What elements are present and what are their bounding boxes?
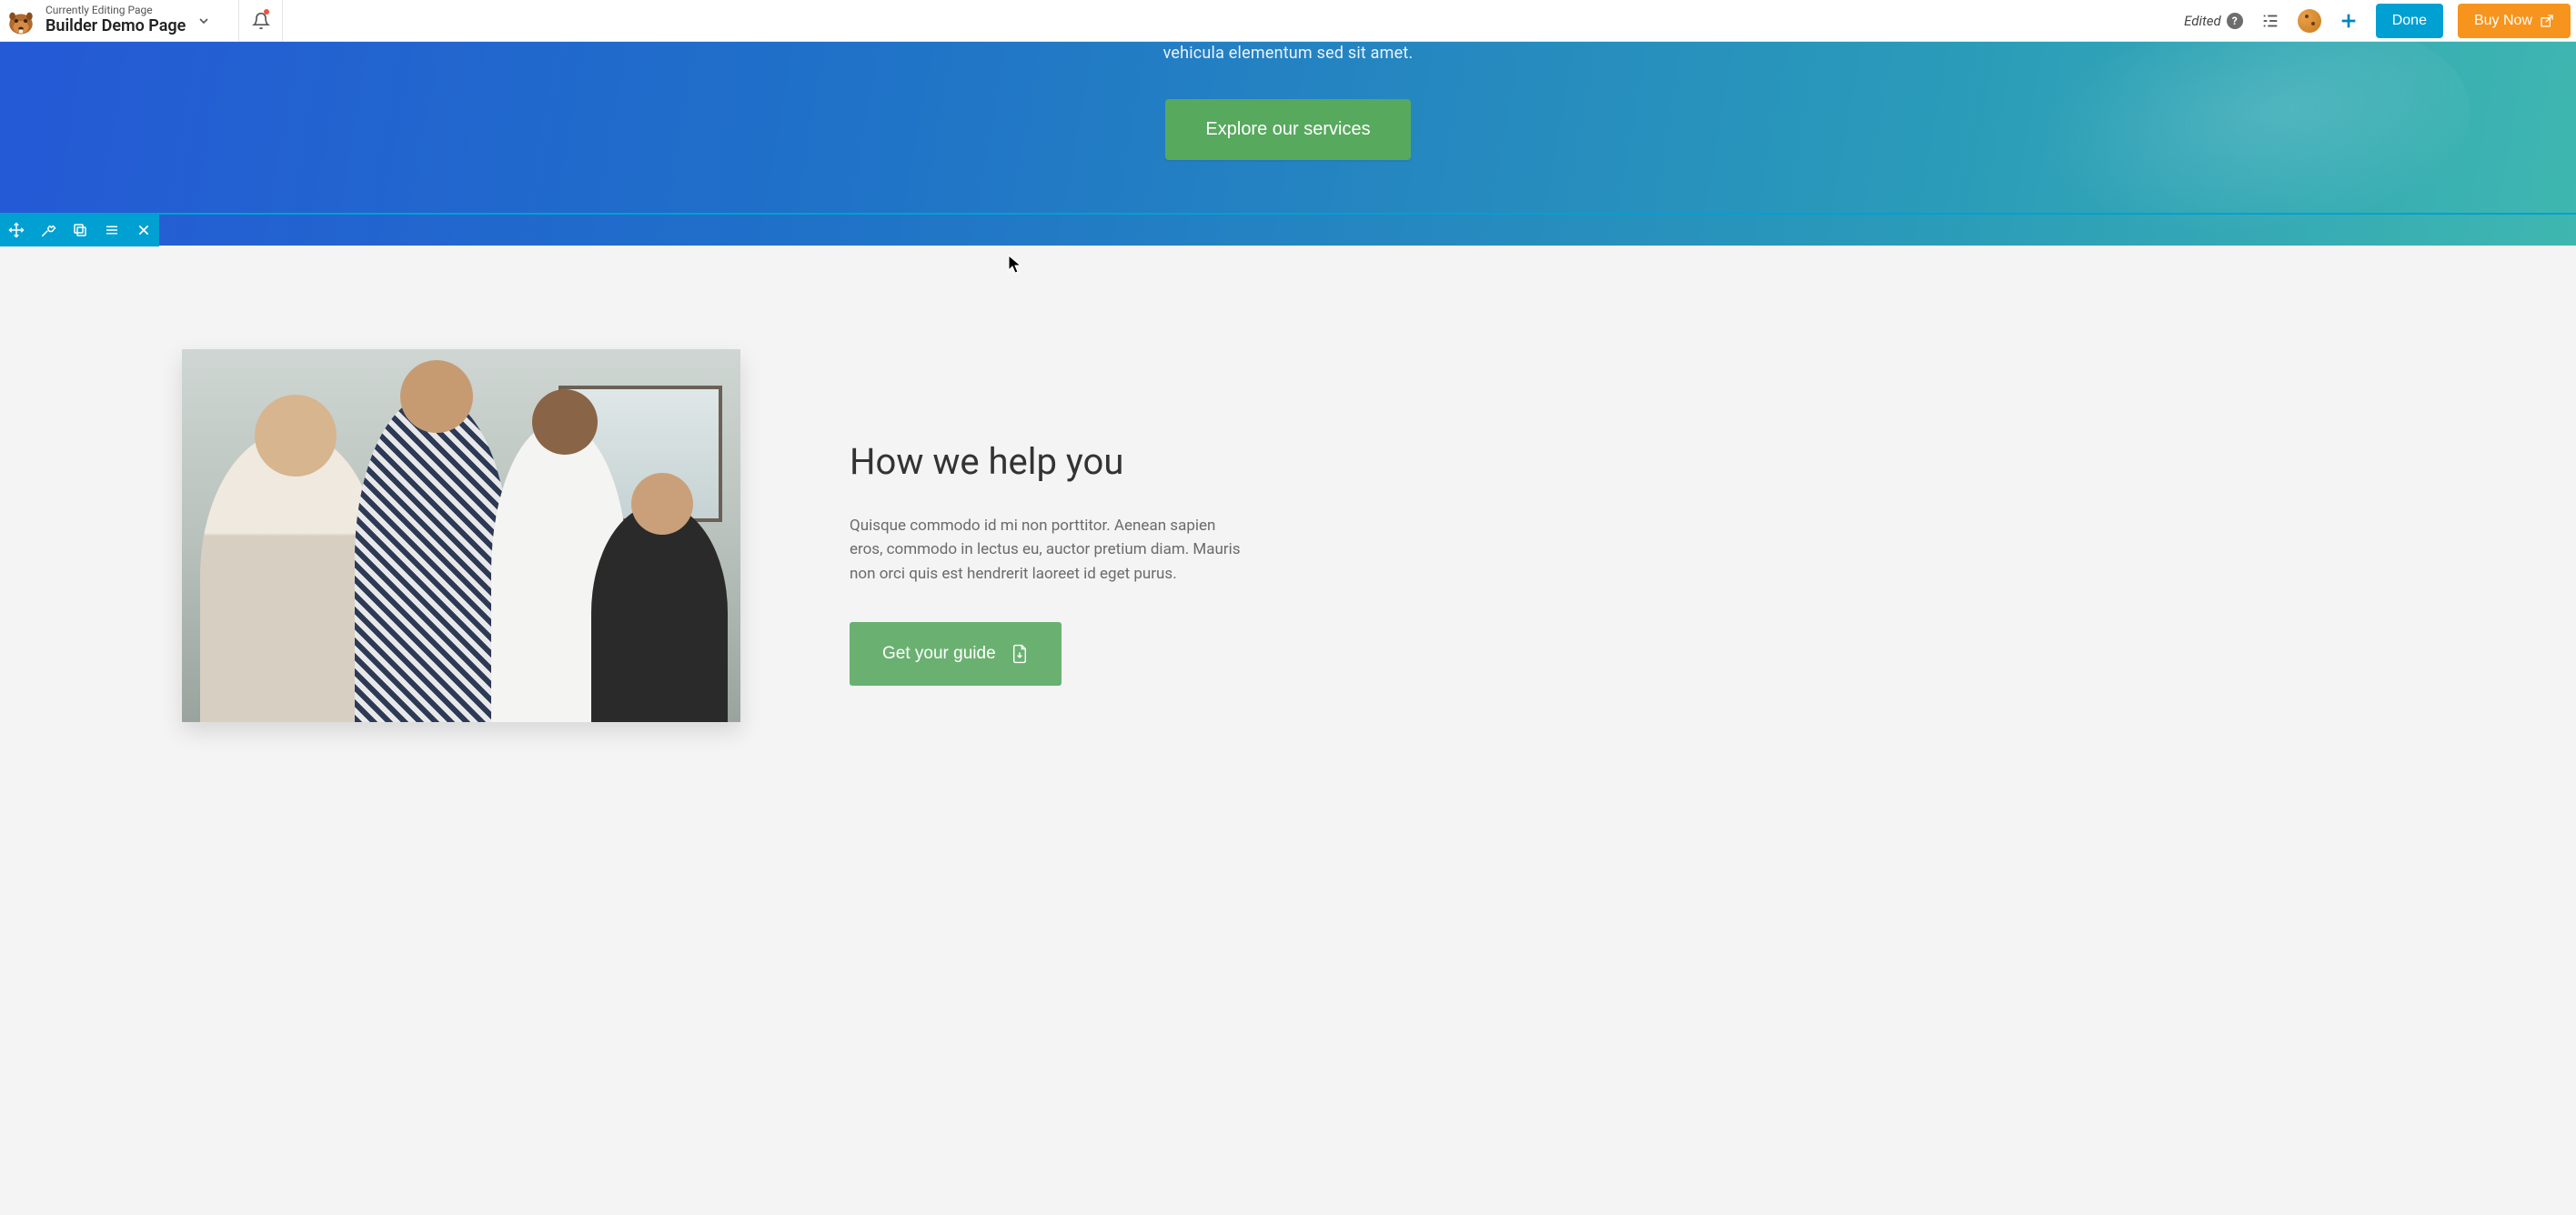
edited-label: Edited: [2184, 13, 2221, 29]
outline-panel-button[interactable]: [2258, 8, 2283, 34]
plus-icon: [2339, 11, 2359, 31]
row-move-handle[interactable]: [0, 213, 32, 246]
page-title: Builder Demo Page: [45, 17, 186, 36]
pdf-file-icon: [1011, 644, 1029, 664]
page-title-group[interactable]: Currently Editing Page Builder Demo Page: [0, 0, 239, 41]
chevron-down-icon: [196, 14, 211, 28]
beaver-logo-icon: [5, 5, 36, 36]
buy-now-button[interactable]: Buy Now: [2458, 4, 2571, 38]
hero-row[interactable]: vehicula elementum sed sit amet. Explore…: [0, 42, 2576, 246]
row-selection-border: [0, 213, 2576, 215]
row-duplicate-button[interactable]: [64, 213, 96, 246]
row-settings-button[interactable]: [32, 213, 64, 246]
page-dropdown-toggle[interactable]: [186, 14, 222, 28]
outline-icon: [2260, 11, 2280, 31]
done-button[interactable]: Done: [2376, 4, 2443, 38]
duplicate-icon: [72, 222, 88, 238]
get-guide-label: Get your guide: [882, 644, 996, 664]
help-icon[interactable]: ?: [2227, 13, 2243, 29]
get-guide-button[interactable]: Get your guide: [850, 622, 1062, 686]
external-link-icon: [2540, 14, 2554, 28]
assistant-icon[interactable]: [2298, 9, 2321, 33]
hero-subtext: vehicula elementum sed sit amet.: [1163, 44, 1414, 63]
row-remove-button[interactable]: [127, 213, 159, 246]
team-image[interactable]: [182, 349, 740, 722]
notifications-button[interactable]: [239, 0, 283, 41]
content-text-column: How we help you Quisque commodo id mi no…: [850, 349, 1250, 686]
hero-background: [0, 42, 2576, 246]
buy-now-label: Buy Now: [2474, 13, 2532, 29]
builder-topbar: Currently Editing Page Builder Demo Page…: [0, 0, 2576, 42]
editing-eyebrow: Currently Editing Page: [45, 5, 186, 17]
edited-status: Edited ?: [2184, 13, 2243, 29]
wrench-icon: [40, 222, 56, 238]
add-content-button[interactable]: [2336, 8, 2361, 34]
close-icon: [136, 223, 151, 237]
content-heading[interactable]: How we help you: [850, 440, 1250, 483]
content-row[interactable]: How we help you Quisque commodo id mi no…: [0, 246, 2576, 795]
content-body[interactable]: Quisque commodo id mi non porttitor. Aen…: [850, 514, 1250, 586]
row-more-button[interactable]: [96, 213, 127, 246]
move-icon: [8, 222, 25, 238]
row-actions-toolbar: [0, 213, 159, 246]
builder-canvas: vehicula elementum sed sit amet. Explore…: [0, 0, 2576, 795]
hamburger-icon: [104, 222, 120, 238]
